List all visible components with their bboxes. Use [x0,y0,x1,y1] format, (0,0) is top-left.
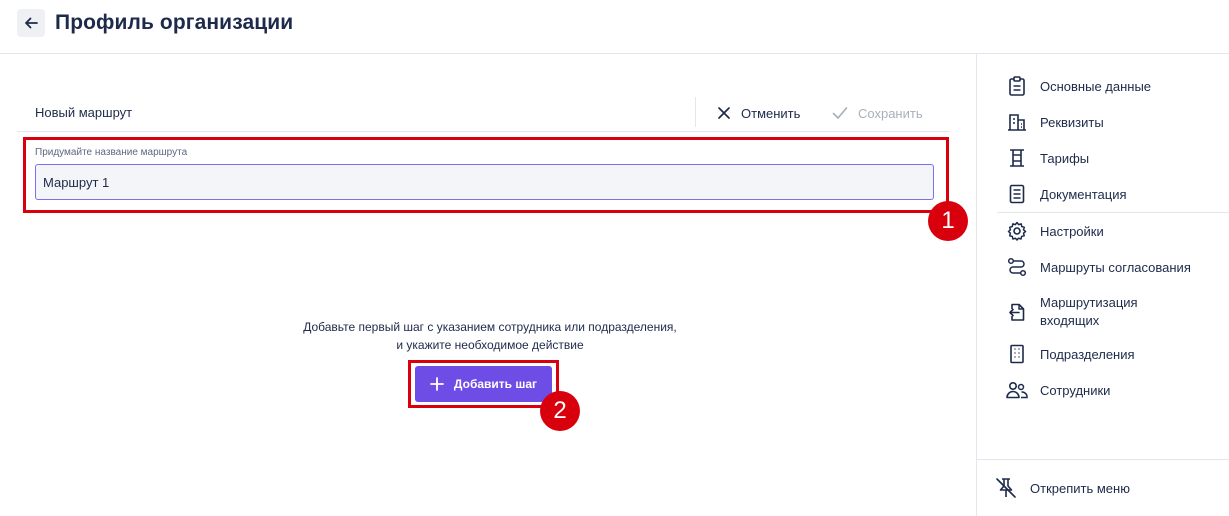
add-step-label: Добавить шаг [453,377,538,391]
back-button[interactable] [17,9,45,37]
sidebar-item-label: Основные данные [1040,78,1152,94]
unpin-label: Открепить меню [1030,480,1130,496]
sidebar-item-employees[interactable]: Сотрудники [1006,379,1110,401]
annotation-badge-1: 1 [928,201,968,241]
page-header: Профиль организации [0,0,1229,54]
annotation-highlight-2: Добавить шаг [408,360,559,408]
empty-state-text: Добавьте первый шаг с указанием сотрудни… [240,318,740,354]
page-title: Профиль организации [55,11,294,34]
sidebar-item-settings[interactable]: Настройки [1006,220,1104,242]
users-icon [1006,379,1028,401]
sidebar-item-label: Сотрудники [1040,382,1111,398]
empty-state-line-1: Добавьте первый шаг с указанием сотрудни… [303,320,677,334]
sidebar: Основные данные Реквизиты Тарифы Докумен… [976,54,1229,516]
sidebar-item-label: Реквизиты [1040,114,1104,130]
sidebar-item-departments[interactable]: Подразделения [1006,343,1135,365]
route-icon [1006,256,1028,278]
sidebar-item-requisites[interactable]: Реквизиты [1006,111,1104,133]
sidebar-item-incoming-routing[interactable]: Маршрутизация входящих [1006,294,1170,330]
sidebar-item-label: Тарифы [1040,150,1090,166]
sidebar-item-label: Маршруты согласования [1040,259,1191,275]
sidebar-item-label: Маршрутизация входящих [1040,295,1138,328]
check-icon [832,107,848,119]
office-building-icon [1006,343,1028,365]
building-icon [1006,111,1028,133]
route-toolbar: Новый маршрут Отменить Сохранить [17,96,950,132]
add-step-button[interactable]: Добавить шаг [415,366,552,402]
cancel-label: Отменить [741,105,801,121]
main-content: Новый маршрут Отменить Сохранить Придума… [0,54,976,516]
sidebar-item-tariffs[interactable]: Тарифы [1006,147,1089,169]
sidebar-item-label: Подразделения [1040,346,1135,362]
arrow-left-icon [25,17,38,29]
cancel-button[interactable]: Отменить [717,102,800,124]
sidebar-bottom-divider [977,459,1229,460]
incoming-doc-icon [1006,301,1028,323]
save-label: Сохранить [858,105,923,121]
toolbar-divider [695,97,696,127]
unpin-icon [995,477,1017,499]
sidebar-item-label: Документация [1040,186,1127,202]
sidebar-item-approval-routes[interactable]: Маршруты согласования [1006,256,1191,278]
plus-icon [430,377,444,391]
sidebar-divider [997,212,1229,213]
annotation-badge-2: 2 [540,391,580,431]
document-icon [1006,183,1028,205]
route-name-input[interactable] [35,164,934,200]
unpin-menu-button[interactable]: Открепить меню [995,477,1130,499]
annotation-highlight-1: Придумайте название маршрута [23,137,949,213]
gear-icon [1006,220,1028,242]
route-name-label: Придумайте название маршрута [35,147,188,158]
save-button[interactable]: Сохранить [832,102,923,124]
tariff-icon [1006,147,1028,169]
route-title: Новый маршрут [35,105,133,120]
sidebar-item-main-data[interactable]: Основные данные [1006,75,1151,97]
sidebar-item-label: Настройки [1040,223,1104,239]
sidebar-item-documentation[interactable]: Документация [1006,183,1127,205]
clipboard-icon [1006,75,1028,97]
close-icon [718,107,730,119]
empty-state-line-2: и укажите необходимое действие [396,338,584,352]
